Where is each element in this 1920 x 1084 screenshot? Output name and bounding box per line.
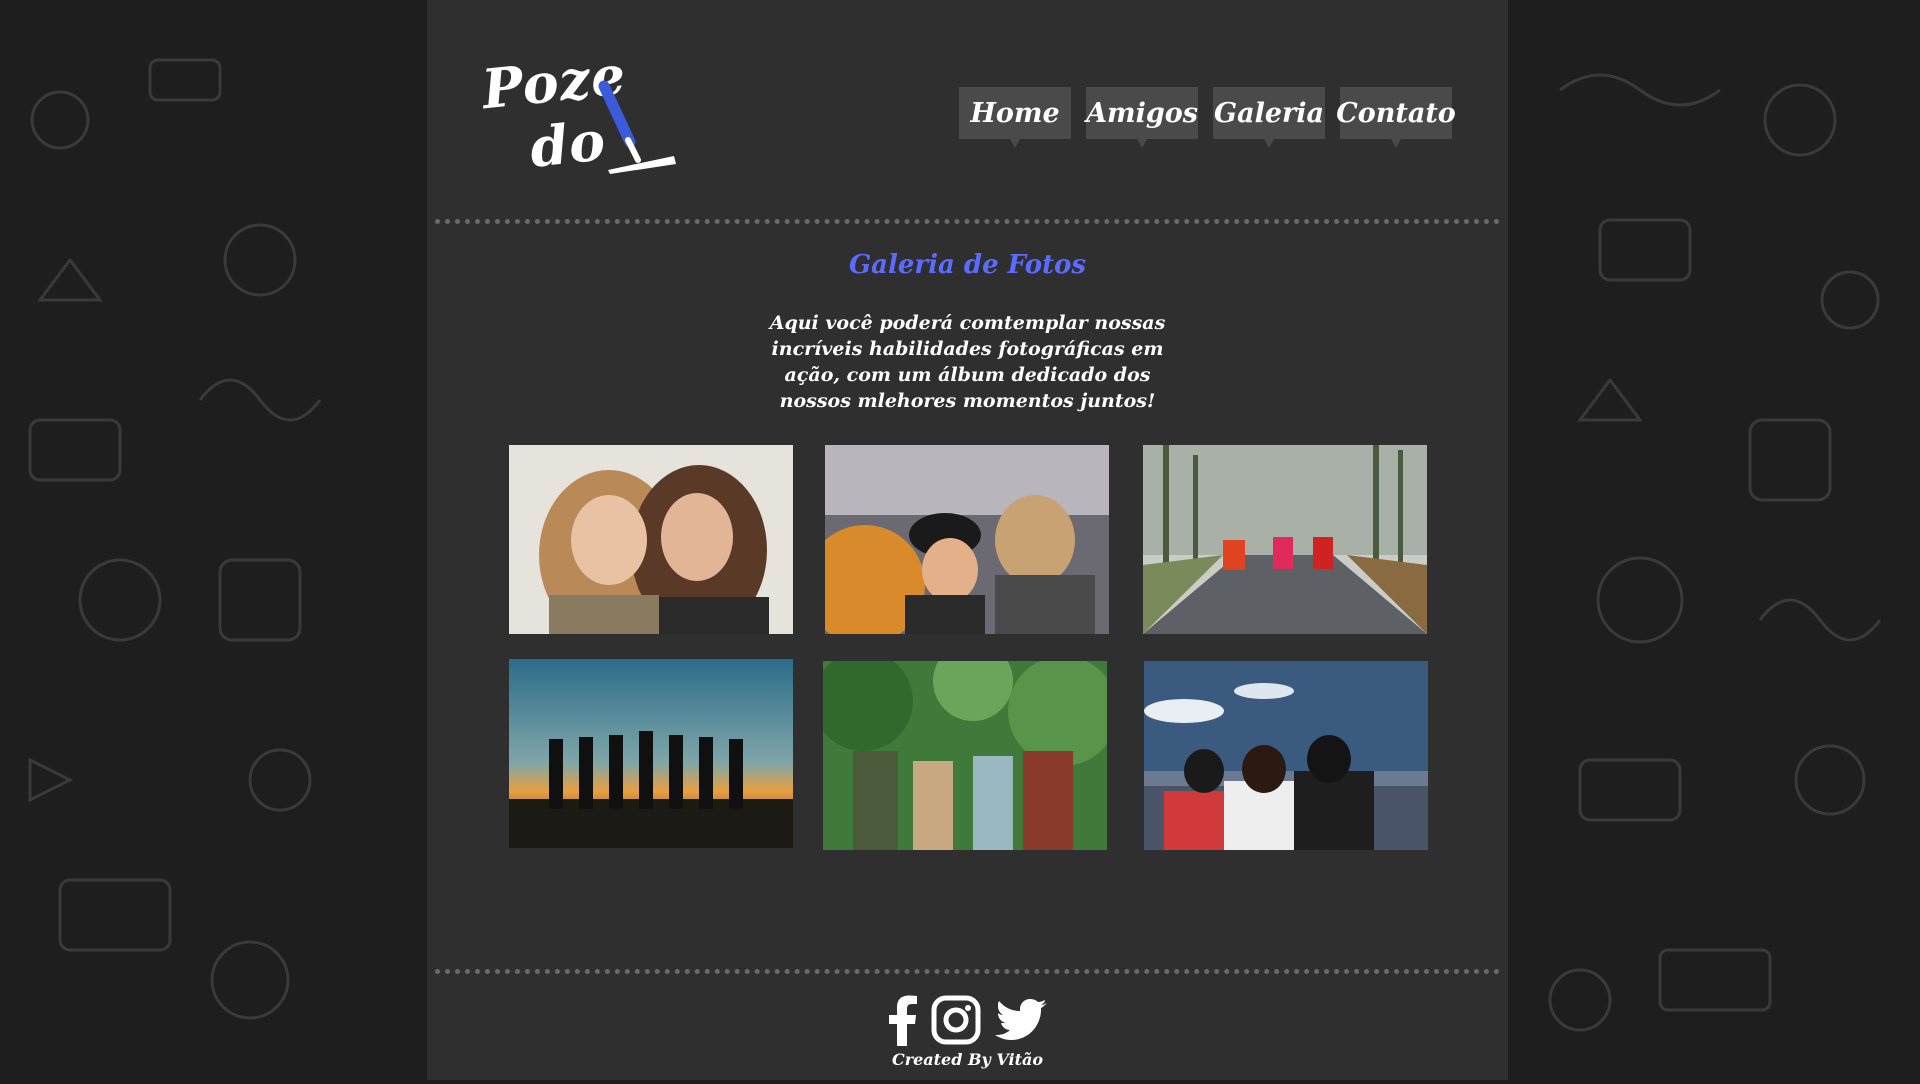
twitter-icon[interactable] — [995, 998, 1047, 1042]
gallery-photo-1[interactable] — [509, 445, 793, 634]
main-nav: Home Amigos Galeria Contato — [959, 87, 1456, 139]
gallery-photo-5[interactable] — [823, 661, 1107, 850]
header-divider — [435, 219, 1500, 224]
gallery-title: Galeria de Fotos — [848, 250, 1087, 280]
gallery-photo-6[interactable] — [1144, 661, 1428, 850]
squeegee-icon — [598, 80, 676, 174]
gallery-photo-2[interactable] — [825, 445, 1109, 634]
site-logo[interactable]: Poze do — [479, 43, 676, 180]
nav-amigos[interactable]: Amigos — [1086, 87, 1198, 139]
gallery-intro: Aqui você poderá comtemplar nossas incrí… — [769, 312, 1166, 412]
gallery-photo-4[interactable] — [509, 659, 793, 848]
instagram-icon[interactable] — [931, 995, 981, 1045]
gallery-photo-3[interactable] — [1143, 445, 1427, 634]
page-container: Poze do Home Amigos Galeria Contato Gale… — [427, 0, 1508, 1080]
nav-contato[interactable]: Contato — [1336, 87, 1456, 139]
footer-divider — [435, 969, 1500, 974]
footer-credit: Created By Vitão — [891, 1050, 1044, 1069]
nav-home[interactable]: Home — [959, 87, 1071, 139]
facebook-icon[interactable] — [889, 994, 917, 1046]
nav-galeria[interactable]: Galeria — [1213, 87, 1325, 139]
social-links — [889, 994, 1047, 1046]
